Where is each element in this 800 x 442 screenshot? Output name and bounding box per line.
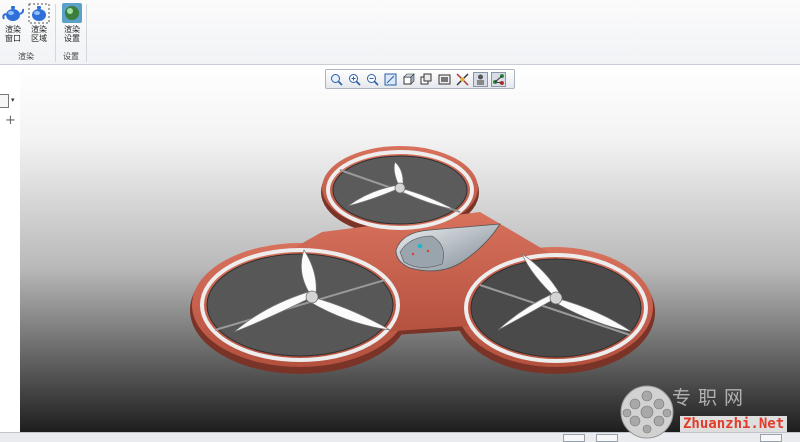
zoom-window-button[interactable] bbox=[383, 72, 398, 87]
expand-plus-icon[interactable]: + bbox=[5, 113, 16, 128]
group-separator bbox=[55, 4, 56, 62]
zoom-out-button[interactable] bbox=[365, 72, 380, 87]
render-settings-button[interactable]: 渲染设置 bbox=[60, 2, 84, 50]
display-style-icon bbox=[420, 73, 432, 84]
render-region-label: 渲染区域 bbox=[31, 25, 47, 43]
explode-icon bbox=[456, 73, 469, 85]
annotation-display-button[interactable] bbox=[473, 71, 488, 87]
display-style-button[interactable] bbox=[419, 72, 434, 87]
render-settings-label: 渲染设置 bbox=[64, 25, 80, 43]
render-window-button[interactable]: 渲染窗口 bbox=[1, 2, 25, 50]
view-orientation-icon bbox=[403, 72, 415, 85]
section-view-button[interactable] bbox=[437, 72, 452, 87]
render-settings-icon bbox=[62, 3, 82, 23]
view-toolbar bbox=[325, 69, 515, 89]
model-tree-panel[interactable]: ▾ + bbox=[0, 66, 21, 432]
group-separator bbox=[86, 4, 87, 62]
group-label-settings: 设置 bbox=[63, 52, 79, 61]
render-window-label: 渲染窗口 bbox=[5, 25, 21, 43]
render-region-button[interactable]: 渲染区域 bbox=[27, 2, 51, 50]
watermark-url: Zhuanzhi.Net bbox=[680, 416, 788, 432]
ribbon: 渲染窗口 渲染区域 渲染设置 渲染 设置 bbox=[0, 0, 800, 65]
model-tree-icon bbox=[493, 73, 504, 85]
watermark-title: 专职网 bbox=[672, 387, 751, 409]
zoom-window-icon bbox=[384, 73, 397, 85]
zoom-fit-icon bbox=[331, 73, 343, 86]
document-icon[interactable] bbox=[0, 94, 9, 108]
zoom-in-button[interactable] bbox=[347, 72, 362, 87]
group-label-render: 渲染 bbox=[18, 52, 34, 61]
teapot-region-icon bbox=[28, 3, 50, 24]
model-tree-button[interactable] bbox=[491, 71, 506, 87]
zoom-in-icon bbox=[349, 73, 361, 86]
view-orientation-button[interactable] bbox=[401, 72, 416, 87]
explode-button[interactable] bbox=[455, 72, 470, 87]
teapot-icon bbox=[2, 6, 24, 21]
annotation-display-icon bbox=[477, 74, 484, 85]
chevron-down-icon[interactable]: ▾ bbox=[11, 96, 15, 104]
zoom-out-icon bbox=[367, 73, 379, 86]
zoom-fit-button[interactable] bbox=[329, 72, 344, 87]
section-view-icon bbox=[438, 74, 451, 84]
